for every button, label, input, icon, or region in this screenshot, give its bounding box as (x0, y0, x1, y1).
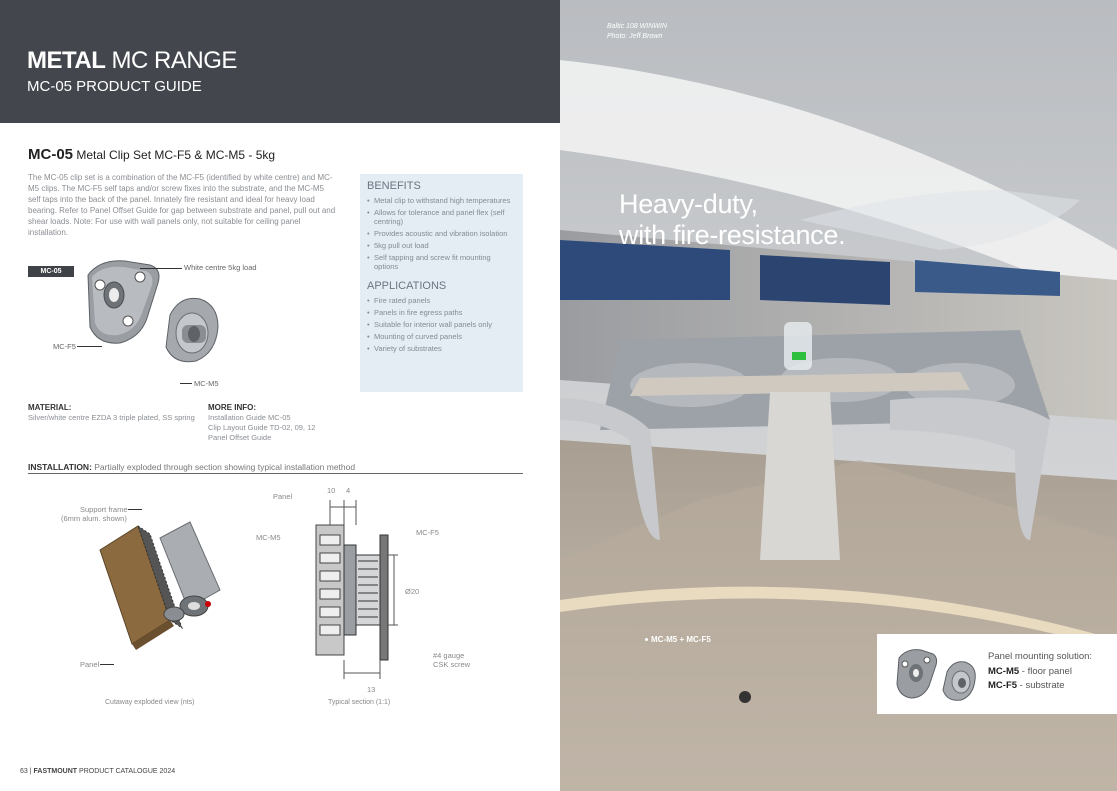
application-item: Suitable for interior wall panels only (367, 320, 516, 329)
more-info-label: MORE INFO: (208, 403, 256, 412)
page-number: 63 (20, 768, 28, 775)
footer-catalogue: PRODUCT CATALOGUE 2024 (77, 768, 176, 775)
installation-description: Partially exploded through section showi… (91, 462, 356, 472)
mounting-clip-code: MC-M5 (988, 666, 1020, 677)
mounting-line-substrate: MC-F5 - substrate (988, 680, 1065, 691)
mc05-tag: MC-05 (28, 266, 74, 277)
dimension-10: 10 (327, 486, 336, 495)
product-name: Metal Clip Set MC-F5 & MC-M5 - 5kg (73, 148, 276, 162)
callout-line (180, 383, 192, 384)
screw-gauge-callout: #4 gauge (433, 651, 465, 660)
page-footer: 63 | FASTMOUNT PRODUCT CATALOGUE 2024 (20, 768, 175, 775)
section-mc-f5-callout: MC-F5 (416, 528, 439, 537)
benefits-heading: BENEFITS (367, 180, 421, 192)
location-dot-icon (645, 638, 648, 642)
benefit-item: Provides acoustic and vibration isolatio… (367, 229, 516, 238)
typical-section-caption: Typical section (1:1) (328, 699, 391, 706)
mc-f5-callout: MC-F5 (53, 342, 76, 351)
panel-callout: Panel (80, 660, 100, 669)
dimension-4: 4 (346, 486, 351, 495)
dimension-13: 13 (367, 685, 376, 694)
mc-f5-clip-image (87, 260, 160, 344)
more-info-item: Panel Offset Guide (208, 433, 272, 442)
benefit-item: Allows for tolerance and panel flex (sel… (367, 208, 516, 226)
more-info-item: Clip Layout Guide TD-02, 09, 12 (208, 423, 316, 432)
material-label: MATERIAL: (28, 403, 72, 412)
callout-line (100, 664, 114, 665)
support-frame-callout: Support frame (80, 505, 128, 514)
tagline-line: Heavy-duty, (619, 189, 758, 219)
application-item: Fire rated panels (367, 296, 516, 305)
more-info-item: Installation Guide MC-05 (208, 413, 291, 422)
left-page: METAL MC RANGE MC-05 PRODUCT GUIDE MC-05… (0, 0, 560, 791)
range-title-rest: MC RANGE (105, 47, 238, 74)
installation-label: INSTALLATION: (28, 462, 92, 472)
mounting-clip-use: - floor panel (1019, 666, 1072, 677)
application-item: Panels in fire egress paths (367, 308, 516, 317)
callout-line (77, 346, 102, 347)
tagline: Heavy-duty, with fire-resistance. (619, 189, 846, 251)
material-value: Silver/white centre EZDA 3 triple plated… (28, 413, 195, 422)
installation-heading: INSTALLATION: Partially exploded through… (28, 462, 355, 472)
clip-location-text: MC-M5 + MC-F5 (651, 635, 711, 644)
section-panel-callout: Panel (273, 492, 293, 501)
photo-credit-vessel: Baltic 108 WINWIN (607, 23, 667, 30)
range-title-bold: METAL (27, 47, 106, 74)
mc-m5-clip-image (165, 297, 219, 363)
callout-line (140, 268, 182, 269)
clip-location-label: MC-M5 + MC-F5 (645, 635, 711, 644)
range-header-band: METAL MC RANGE MC-05 PRODUCT GUIDE (0, 0, 560, 123)
product-heading: MC-05 Metal Clip Set MC-F5 & MC-M5 - 5kg (28, 146, 275, 163)
applications-heading: APPLICATIONS (367, 280, 447, 292)
tagline-line: with fire-resistance. (619, 220, 846, 250)
white-centre-callout: White centre 5kg load (184, 263, 257, 272)
mc-m5-callout: MC-M5 (194, 379, 219, 388)
dimension-diameter-20: Ø20 (405, 587, 420, 596)
application-item: Mounting of curved panels (367, 332, 516, 341)
footer-brand: FASTMOUNT (33, 768, 78, 775)
benefit-item: Self tapping and screw fit mounting opti… (367, 253, 516, 271)
mounting-clip-use: - substrate (1017, 680, 1065, 691)
range-title: METAL MC RANGE (27, 47, 237, 75)
right-page: Baltic 108 WINWIN Photo: Jeff Brown Heav… (560, 0, 1117, 791)
benefit-item: 5kg pull out load (367, 241, 516, 250)
installation-rule (28, 473, 523, 474)
more-info-list: Installation Guide MC-05 Clip Layout Gui… (208, 413, 315, 443)
mounting-line-floor: MC-M5 - floor panel (988, 666, 1072, 677)
clip-set-illustration (87, 260, 219, 363)
typical-section-drawing (315, 500, 398, 679)
cutaway-caption: Cutaway exploded view (nts) (105, 699, 195, 706)
support-frame-note: (6mm alum. shown) (61, 514, 127, 523)
application-item: Variety of substrates (367, 344, 516, 353)
photo-credit: Baltic 108 WINWIN Photo: Jeff Brown (607, 22, 667, 42)
section-mc-m5-callout: MC-M5 (256, 533, 281, 542)
benefits-list: Metal clip to withstand high temperature… (367, 196, 516, 271)
guide-title: MC-05 PRODUCT GUIDE (27, 78, 202, 95)
mounting-clips-image (896, 649, 976, 701)
cutaway-exploded-illustration (99, 521, 221, 650)
product-intro: The MC-05 clip set is a combination of t… (28, 173, 336, 237)
callout-line (128, 509, 142, 510)
mounting-clip-code: MC-F5 (988, 680, 1018, 691)
mounting-solution-card: Panel mounting solution: MC-M5 - floor p… (877, 634, 1117, 714)
photo-credit-photographer: Photo: Jeff Brown (607, 33, 663, 40)
benefit-item: Metal clip to withstand high temperature… (367, 196, 516, 205)
product-code: MC-05 (28, 146, 74, 163)
mounting-solution-title: Panel mounting solution: (988, 651, 1093, 662)
applications-list: Fire rated panels Panels in fire egress … (367, 296, 516, 353)
screw-type-callout: CSK screw (433, 660, 471, 669)
benefits-box: BENEFITS Metal clip to withstand high te… (360, 174, 523, 392)
